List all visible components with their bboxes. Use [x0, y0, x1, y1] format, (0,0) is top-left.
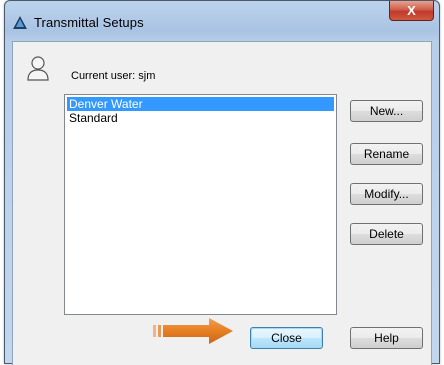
setups-list[interactable]: Denver Water Standard — [64, 94, 337, 315]
window-close-button[interactable]: X — [389, 1, 434, 21]
window-title: Transmittal Setups — [34, 15, 144, 30]
list-item[interactable]: Denver Water — [67, 97, 334, 111]
list-item[interactable]: Standard — [67, 111, 334, 125]
rename-button[interactable]: Rename — [350, 143, 423, 165]
autocad-app-icon — [13, 16, 27, 29]
current-user-label: Current user: sjm — [71, 70, 156, 82]
close-button[interactable]: Close — [250, 327, 323, 349]
new-button[interactable]: New... — [350, 100, 423, 122]
title-bar[interactable]: Transmittal Setups X — [5, 1, 439, 41]
orange-arrow-annotation — [153, 318, 233, 344]
delete-button[interactable]: Delete — [350, 223, 423, 245]
transmittal-setups-dialog: Transmittal Setups X Current user: sjm D… — [4, 0, 440, 365]
help-button[interactable]: Help — [350, 327, 423, 349]
dialog-body: Current user: sjm Denver Water Standard … — [12, 41, 432, 365]
modify-button[interactable]: Modify... — [350, 183, 423, 205]
close-icon: X — [407, 3, 416, 18]
user-icon — [27, 56, 49, 81]
